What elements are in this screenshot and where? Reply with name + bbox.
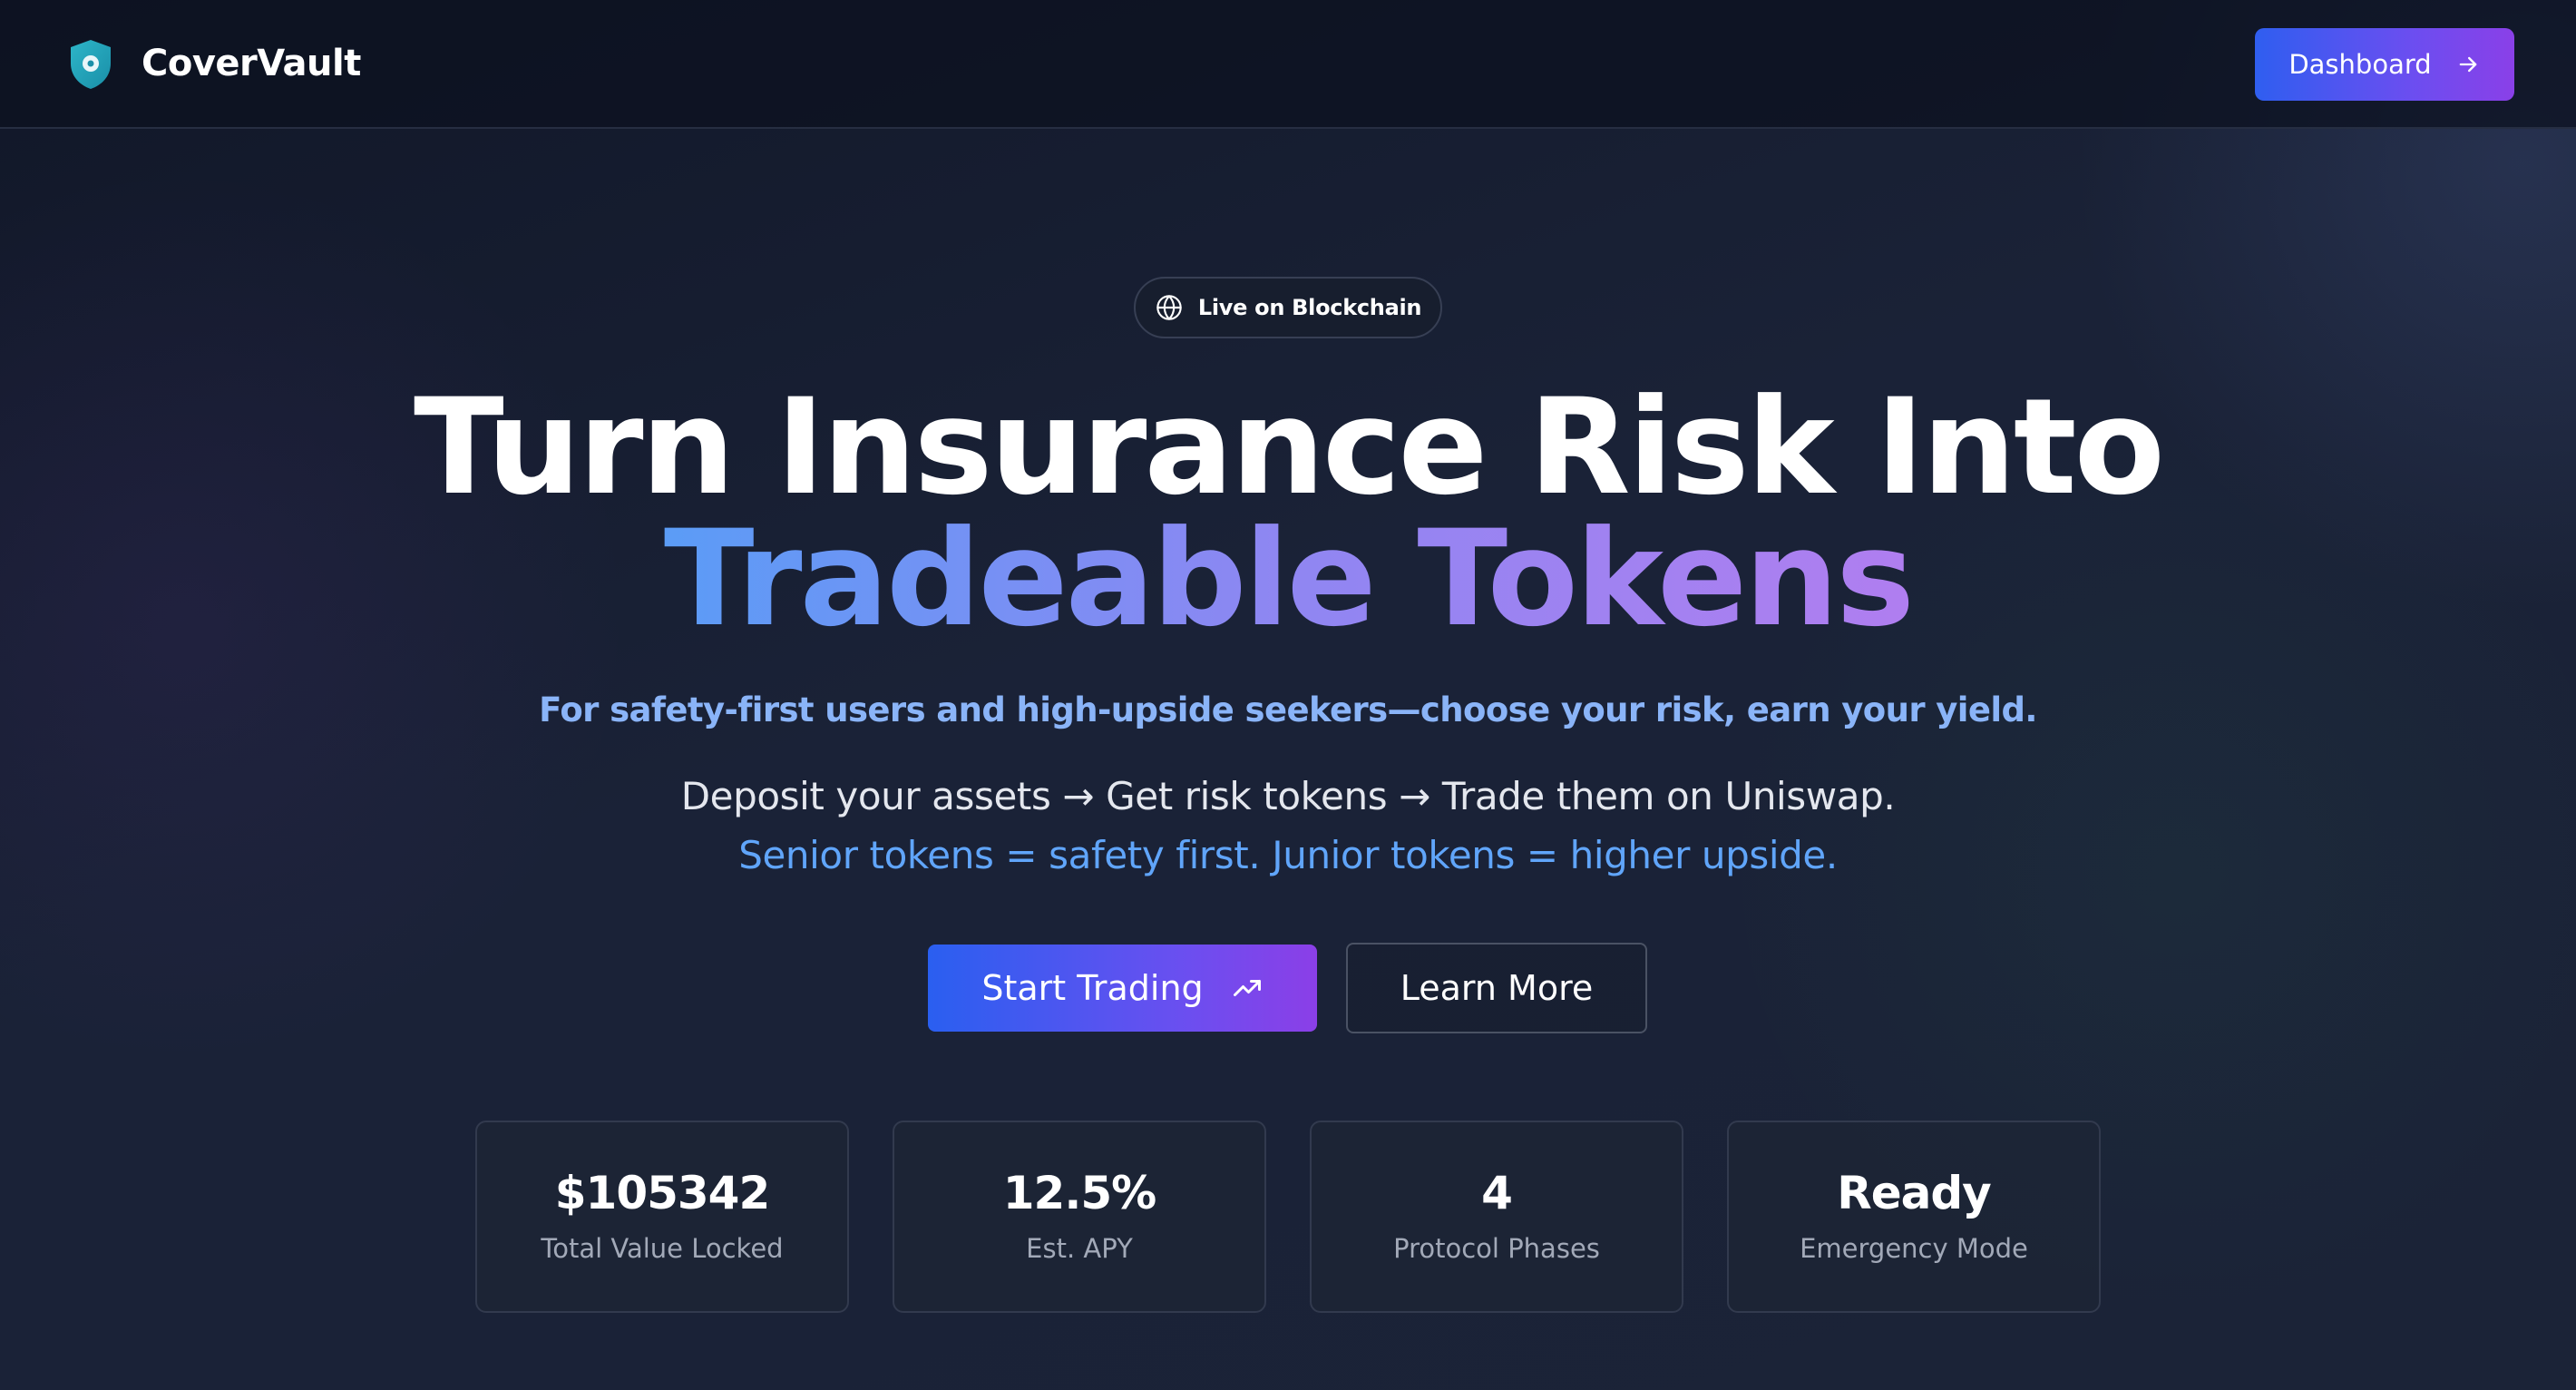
start-trading-button[interactable]: Start Trading (928, 945, 1317, 1032)
live-badge-label: Live on Blockchain (1197, 295, 1422, 320)
stat-label: Protocol Phases (1393, 1233, 1600, 1264)
stat-label: Est. APY (1026, 1233, 1133, 1264)
hero-tagline: For safety-first users and high-upside s… (539, 690, 2037, 729)
stat-value: $105342 (554, 1167, 771, 1219)
start-trading-label: Start Trading (981, 968, 1204, 1008)
stat-card-phases: 4 Protocol Phases (1310, 1121, 1683, 1313)
hero-description-line2: Senior tokens = safety first. Junior tok… (738, 833, 1838, 877)
stat-label: Emergency Mode (1800, 1233, 2028, 1264)
stat-card-apy: 12.5% Est. APY (893, 1121, 1266, 1313)
shield-icon[interactable] (67, 38, 114, 91)
stat-value: 12.5% (1002, 1167, 1156, 1219)
dashboard-button-label: Dashboard (2288, 49, 2432, 80)
learn-more-label: Learn More (1400, 968, 1594, 1008)
hero-headline-gradient-text: Tradeable Tokens (663, 502, 1915, 656)
stat-label: Total Value Locked (541, 1233, 784, 1264)
globe-icon (1156, 295, 1182, 320)
hero-headline-line2: Tradeable Tokens (0, 513, 2576, 645)
brand-name[interactable]: CoverVault (141, 40, 361, 87)
stat-value: 4 (1481, 1167, 1513, 1219)
stat-value: Ready (1837, 1167, 1992, 1219)
live-badge: Live on Blockchain (1134, 277, 1442, 338)
stat-card-tvl: $105342 Total Value Locked (475, 1121, 849, 1313)
hero-description-line1: Deposit your assets → Get risk tokens → … (680, 774, 1896, 818)
learn-more-button[interactable]: Learn More (1346, 943, 1647, 1033)
arrow-right-icon (2459, 56, 2477, 73)
stat-card-emergency: Ready Emergency Mode (1727, 1121, 2101, 1313)
hero-headline-line1: Turn Insurance Risk Into (414, 370, 2165, 524)
top-navbar: CoverVault Dashboard (0, 0, 2576, 129)
dashboard-button[interactable]: Dashboard (2255, 28, 2514, 101)
trending-up-icon (1233, 980, 1261, 996)
